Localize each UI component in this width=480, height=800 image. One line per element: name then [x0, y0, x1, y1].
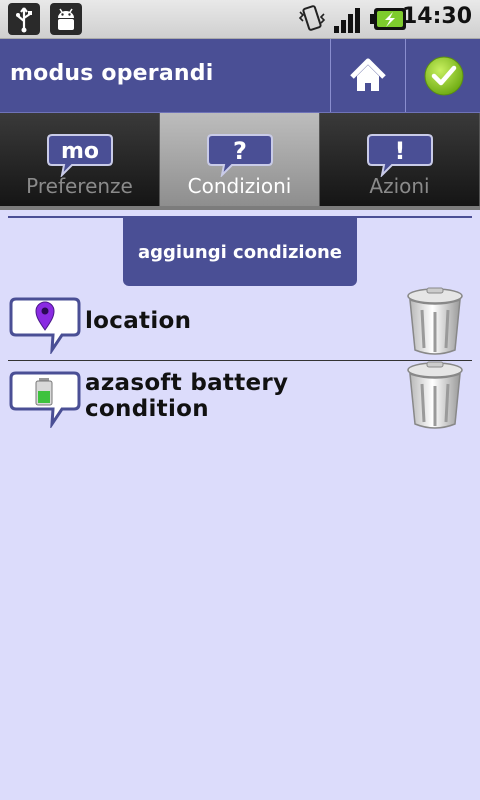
exclamation-icon: ! [366, 134, 433, 177]
mo-icon: mo [46, 134, 113, 177]
usb-icon [8, 3, 40, 35]
svg-text:mo: mo [60, 139, 98, 164]
svg-text:!: ! [394, 137, 405, 165]
list-item[interactable]: location [8, 287, 472, 368]
condition-label: azasoft battery condition [85, 370, 288, 422]
home-button[interactable] [330, 39, 405, 112]
tab-condizioni[interactable]: ? Condizioni [160, 113, 320, 206]
tab-bar: mo Preferenze ? Condizioni ! Azioni [0, 113, 480, 206]
battery-icon [9, 371, 81, 428]
divider [8, 360, 472, 361]
vibrate-icon [296, 4, 328, 38]
question-icon: ? [206, 134, 273, 177]
tab-azioni[interactable]: ! Azioni [320, 113, 480, 206]
confirm-button[interactable] [405, 39, 480, 112]
tab-label: Preferenze [26, 174, 133, 198]
android-debug-icon [50, 3, 82, 35]
add-condition-button[interactable]: aggiungi condizione [123, 218, 357, 286]
tab-label: Condizioni [187, 174, 292, 198]
delete-icon[interactable] [404, 360, 466, 432]
condition-label-line: condition [85, 396, 209, 422]
tab-preferenze[interactable]: mo Preferenze [0, 113, 160, 206]
home-icon [350, 58, 386, 91]
clock: 14:30 [401, 4, 472, 29]
signal-icon [332, 4, 366, 38]
app-title: modus operandi [10, 61, 214, 86]
svg-text:?: ? [233, 137, 247, 165]
list-item[interactable]: azasoft battery condition [8, 361, 472, 442]
app-header: modus operandi [0, 39, 480, 113]
tab-underline [0, 206, 480, 210]
tab-label: Azioni [369, 174, 430, 198]
location-pin-icon [9, 297, 81, 354]
condition-label: location [85, 308, 192, 334]
condition-label-line: azasoft battery [85, 370, 289, 396]
check-icon [424, 56, 464, 96]
status-bar: 14:30 [0, 0, 480, 39]
delete-icon[interactable] [404, 286, 466, 358]
